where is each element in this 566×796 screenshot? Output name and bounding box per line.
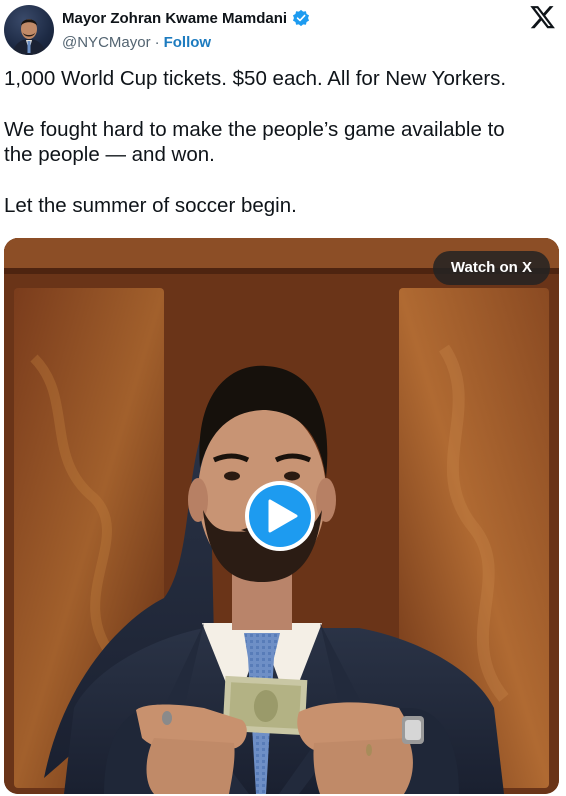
avatar[interactable] <box>4 5 54 55</box>
tweet-text: 1,000 World Cup tickets. $50 each. All f… <box>4 66 559 243</box>
tweet-paragraph-1: 1,000 World Cup tickets. $50 each. All f… <box>4 67 507 90</box>
tweet-paragraph-2-line-1: We fought hard to make the people’s game… <box>4 117 505 141</box>
author-handle[interactable]: @NYCMayor <box>62 34 151 51</box>
video-player[interactable]: Watch on X <box>4 238 559 794</box>
author-name-row: Mayor Zohran Kwame Mamdani <box>62 8 310 28</box>
play-icon <box>268 499 298 533</box>
tweet-header: Mayor Zohran Kwame Mamdani @NYCMayor · F… <box>0 0 566 62</box>
watch-on-x-button[interactable]: Watch on X <box>432 251 550 285</box>
x-logo-icon[interactable] <box>530 6 556 30</box>
author-name[interactable]: Mayor Zohran Kwame Mamdani <box>62 10 287 27</box>
separator-dot: · <box>154 33 160 51</box>
follow-button[interactable]: Follow <box>164 34 212 51</box>
play-button[interactable] <box>245 481 315 551</box>
tweet-paragraph-3: Let the summer of soccer begin. <box>4 193 297 217</box>
verified-badge-icon <box>293 9 310 27</box>
author-handle-row: @NYCMayor · Follow <box>62 33 211 51</box>
tweet-paragraph-2-line-2: the people — and won. <box>4 143 215 166</box>
